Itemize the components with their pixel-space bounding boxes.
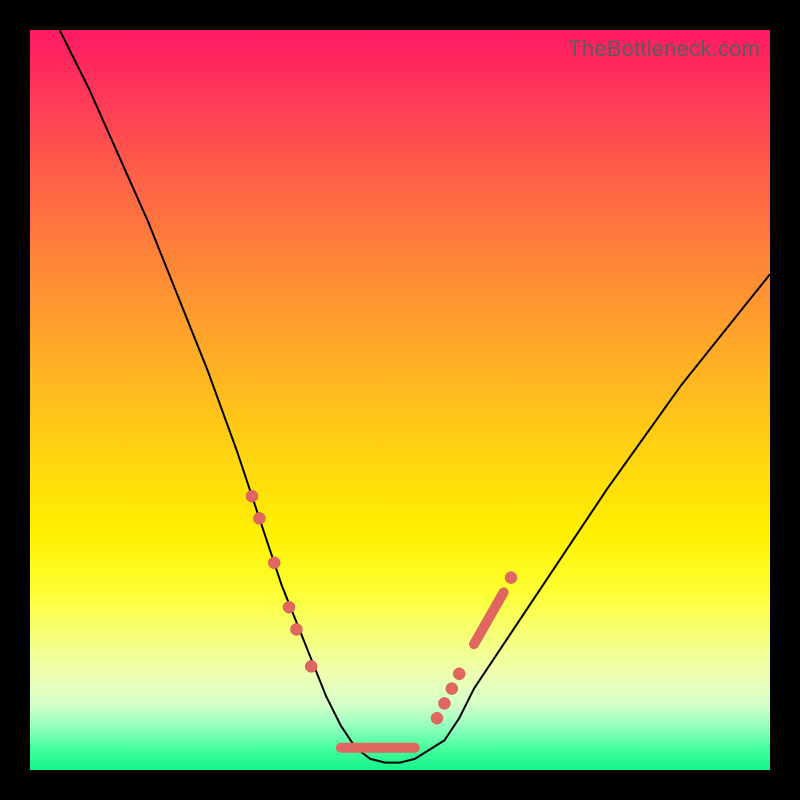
plot-area: TheBottleneck.com: [30, 30, 770, 770]
right-ascent-dots-dot: [446, 683, 458, 695]
left-descent-dots-dot: [283, 601, 295, 613]
right-ascent-dots-dot: [438, 697, 450, 709]
chart-frame: TheBottleneck.com: [0, 0, 800, 800]
left-descent-dots-dot: [246, 490, 258, 502]
left-descent-dots-dot: [305, 660, 317, 672]
right-ascent-dots-dot: [431, 712, 443, 724]
left-descent-dots-dot: [253, 512, 265, 524]
left-descent-dots-dot: [268, 557, 280, 569]
curve-layer: [30, 30, 770, 770]
marker-layer: [246, 490, 517, 748]
right-ascent-dots-dot: [453, 668, 465, 680]
bottleneck-curve: [60, 30, 770, 763]
right-ascent-segment: [474, 592, 504, 644]
left-descent-dots-dot: [290, 623, 302, 635]
right-ascent-top-dot-dot: [505, 572, 517, 584]
